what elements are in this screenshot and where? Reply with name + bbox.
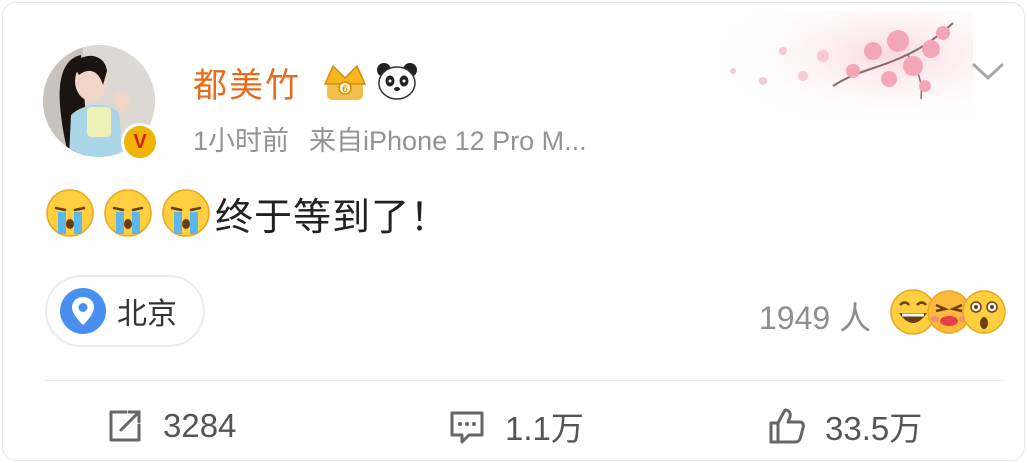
panda-icon (377, 63, 417, 100)
crying-emoji-icon (162, 189, 210, 237)
post-source[interactable]: 来自iPhone 12 Pro M... (309, 126, 587, 156)
comment-icon (450, 411, 484, 444)
repost-count: 3284 (163, 407, 237, 444)
post-meta: 1小时前 来自iPhone 12 Pro M... (193, 119, 587, 158)
reaction-emoji-icon[interactable] (889, 287, 1007, 337)
username[interactable]: 都美竹 (193, 58, 301, 107)
reaction-count[interactable]: 1949 人 (759, 293, 871, 339)
chevron-down-icon[interactable] (969, 57, 1007, 85)
weibo-post-card: V 都美竹 6 1小时前 来自iPhone 12 Pro M... 终于等到了！… (2, 2, 1025, 461)
crying-emoji-icon (104, 189, 152, 237)
svg-text:6: 6 (342, 85, 348, 95)
crying-emoji-icon (46, 189, 94, 237)
divider (45, 380, 1005, 381)
comment-count: 1.1万 (505, 410, 584, 447)
like-button[interactable]: 33.5万 (767, 399, 922, 453)
like-count: 33.5万 (825, 410, 923, 447)
verified-v-badge: V (121, 123, 159, 161)
location-label: 北京 (117, 297, 177, 332)
cherry-blossom-decoration (703, 11, 973, 121)
like-icon (769, 408, 805, 444)
post-time: 1小时前 (193, 126, 290, 156)
location-tag[interactable]: 北京 (45, 275, 205, 347)
post-text: 终于等到了！ (215, 194, 450, 239)
location-pin-icon (60, 288, 106, 334)
post-content: 终于等到了！ (45, 185, 449, 241)
comment-button[interactable]: 1.1万 (447, 399, 584, 453)
crown-icon: 6 (323, 64, 367, 100)
repost-icon (109, 410, 141, 442)
repost-button[interactable]: 3284 (105, 399, 236, 453)
action-bar: 3284 1.1万 33.5万 (3, 399, 1024, 453)
